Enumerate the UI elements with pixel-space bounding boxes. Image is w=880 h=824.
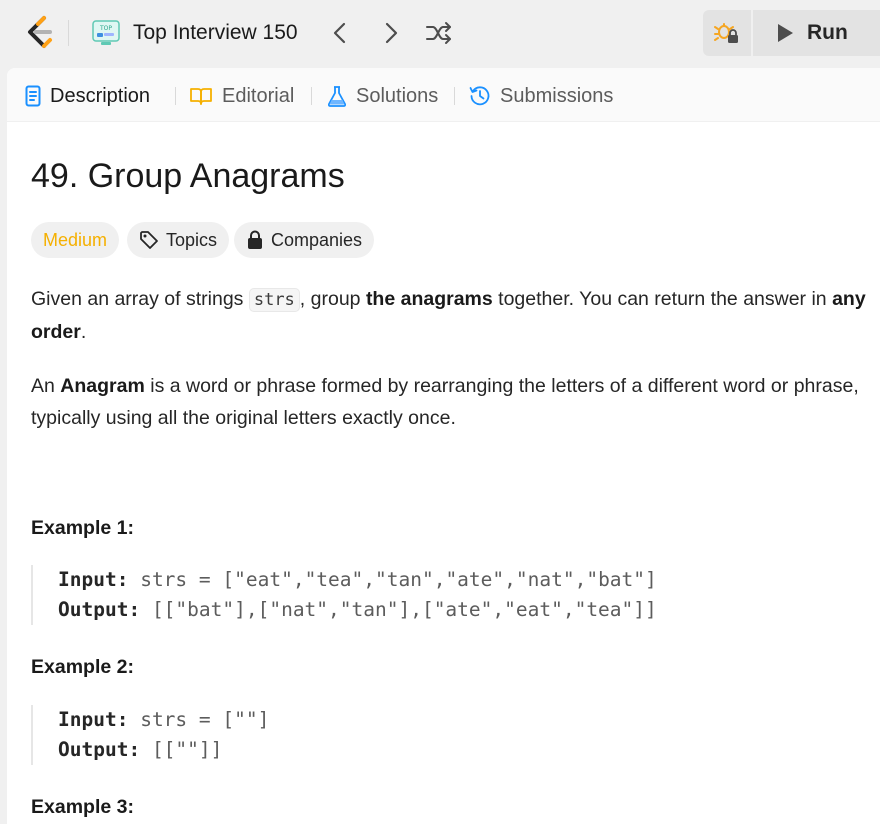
chevron-right-icon bbox=[385, 22, 398, 44]
companies-label: Companies bbox=[271, 229, 363, 250]
document-icon bbox=[25, 85, 41, 107]
shuffle-icon bbox=[426, 22, 451, 44]
leetcode-logo-icon[interactable] bbox=[22, 14, 58, 50]
difficulty-badge: Medium bbox=[31, 222, 120, 258]
next-problem-button[interactable] bbox=[376, 18, 406, 48]
top-navbar: TOP Top Interview 150 Run bbox=[0, 0, 880, 66]
prev-problem-button[interactable] bbox=[325, 18, 355, 48]
example-heading: Example 3: bbox=[31, 796, 134, 818]
tab-label: Solutions bbox=[356, 84, 439, 107]
output-value: [[""]] bbox=[151, 738, 223, 761]
history-icon bbox=[469, 86, 490, 106]
input-value: strs = [""] bbox=[140, 708, 270, 731]
inline-code: strs bbox=[248, 288, 300, 312]
tab-editorial[interactable]: Editorial bbox=[189, 80, 294, 112]
problem-list-title[interactable]: Top Interview 150 bbox=[133, 20, 298, 46]
flask-icon bbox=[327, 86, 347, 107]
chevron-left-icon bbox=[333, 22, 346, 44]
tab-solutions[interactable]: Solutions bbox=[327, 80, 438, 112]
topics-label: Topics bbox=[166, 229, 218, 250]
tab-submissions[interactable]: Submissions bbox=[469, 80, 613, 112]
run-button[interactable]: Run bbox=[753, 10, 880, 56]
random-problem-button[interactable] bbox=[424, 18, 454, 48]
companies-button[interactable]: Companies bbox=[234, 222, 375, 258]
play-icon bbox=[778, 24, 793, 42]
example-heading: Example 1: bbox=[31, 517, 134, 539]
divider bbox=[68, 20, 69, 46]
example-block: Input: strs = [""] Output: [[""]] bbox=[31, 705, 831, 765]
problem-title[interactable]: 49. Group Anagrams bbox=[31, 157, 345, 196]
tab-label: Submissions bbox=[500, 84, 614, 107]
debug-button[interactable] bbox=[703, 10, 751, 56]
tab-description[interactable]: Description bbox=[25, 80, 150, 112]
input-label: Input: bbox=[58, 708, 129, 731]
tab-label: Editorial bbox=[222, 84, 295, 107]
difficulty-label: Medium bbox=[43, 229, 108, 250]
list-badge-text: TOP bbox=[99, 25, 112, 32]
description-panel: Description Editorial Solutions Submissi… bbox=[7, 68, 880, 824]
description-paragraph: Given an array of strings strs, group th… bbox=[31, 288, 866, 343]
output-label: Output: bbox=[58, 598, 141, 621]
output-label: Output: bbox=[58, 738, 141, 761]
run-label: Run bbox=[807, 21, 848, 44]
debug-locked-icon bbox=[714, 23, 738, 43]
study-plan-icon[interactable]: TOP bbox=[91, 19, 121, 47]
tab-divider bbox=[311, 87, 312, 105]
tab-label: Description bbox=[50, 84, 151, 107]
anagram-definition: An Anagram is a word or phrase formed by… bbox=[31, 375, 859, 429]
tab-divider bbox=[175, 87, 176, 105]
input-label: Input: bbox=[58, 568, 129, 591]
tag-icon bbox=[140, 231, 158, 249]
tab-divider bbox=[454, 87, 455, 105]
output-value: [["bat"],["nat","tan"],["ate","eat","tea… bbox=[151, 598, 657, 621]
input-value: strs = ["eat","tea","tan","ate","nat","b… bbox=[140, 568, 657, 591]
example-block: Input: strs = ["eat","tea","tan","ate","… bbox=[31, 565, 831, 625]
example-heading: Example 2: bbox=[31, 656, 134, 678]
book-icon bbox=[190, 88, 212, 105]
lock-icon bbox=[248, 230, 262, 249]
topics-button[interactable]: Topics bbox=[127, 222, 230, 258]
panel-tab-bar: Description Editorial Solutions Submissi… bbox=[7, 68, 880, 122]
